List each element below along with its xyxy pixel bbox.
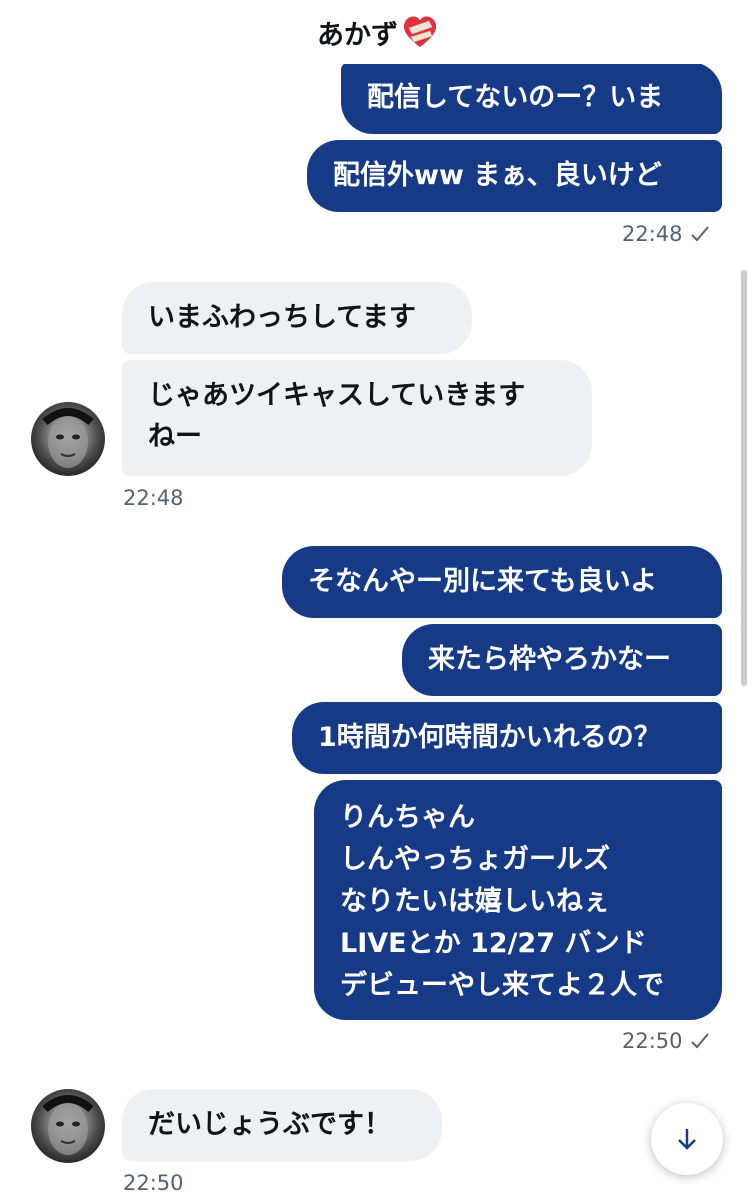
- contact-name: あかず: [317, 19, 398, 51]
- contact-avatar[interactable]: [31, 1089, 105, 1163]
- chat-header: あかず: [0, 0, 755, 64]
- sent-message[interactable]: そなんやー別に来ても良いよ: [282, 546, 722, 618]
- message-text: そなんやー別に来ても良いよ: [308, 566, 658, 597]
- received-message[interactable]: いまふわっちしてます: [122, 282, 472, 354]
- message-text: 1時間か何時間かいれるの？: [318, 722, 661, 753]
- message-text: だいじょうぶです！: [148, 1109, 391, 1140]
- sent-message[interactable]: 1時間か何時間かいれるの？: [292, 702, 722, 774]
- message-text-line: りんちゃん: [340, 802, 475, 833]
- arrow-down-icon: [678, 1129, 696, 1150]
- check-icon: [690, 226, 709, 242]
- message-text-line: じゃあツイキャスしていきます: [148, 380, 526, 411]
- message-timestamp: 22:50: [622, 1029, 711, 1053]
- sent-message[interactable]: 配信外ww まぁ、良いけど: [307, 140, 722, 212]
- message-text-line: しんやっちょガールズ: [340, 844, 610, 875]
- scroll-to-bottom-button[interactable]: [651, 1103, 723, 1175]
- conversation-title[interactable]: あかず: [317, 13, 438, 52]
- message-text-line: ねー: [148, 421, 202, 452]
- avatar-face-image: [42, 1095, 94, 1155]
- message-text-line: なりたいは嬉しいねぇ: [340, 886, 610, 917]
- check-icon: [690, 1033, 709, 1049]
- message-text: 配信してないのー？いま: [367, 82, 664, 113]
- message-text: 来たら枠やろかなー: [428, 644, 671, 675]
- message-text: いまふわっちしてます: [148, 302, 416, 333]
- received-message[interactable]: じゃあツイキャスしていきます ねー: [122, 360, 592, 476]
- avatar-face-image: [42, 408, 94, 468]
- sent-message[interactable]: 配信してないのー？いま: [341, 62, 722, 134]
- message-text-line: LIVEとか 12/27 バンド: [340, 928, 647, 959]
- mending-heart-icon: [403, 16, 437, 47]
- sent-message[interactable]: りんちゃん しんやっちょガールズ なりたいは嬉しいねぇ LIVEとか 12/27…: [314, 780, 722, 1020]
- sent-message[interactable]: 来たら枠やろかなー: [402, 624, 722, 696]
- contact-avatar[interactable]: [31, 402, 105, 476]
- message-text-line: デビューやし来てよ２人で: [340, 970, 664, 1001]
- message-timestamp: 22:48: [622, 222, 711, 246]
- message-timestamp: 22:48: [123, 486, 184, 510]
- scrollbar-thumb[interactable]: [741, 270, 747, 686]
- message-text: 配信外ww まぁ、良いけど: [333, 160, 662, 191]
- message-timestamp: 22:50: [123, 1171, 184, 1195]
- received-message[interactable]: だいじょうぶです！: [122, 1089, 442, 1161]
